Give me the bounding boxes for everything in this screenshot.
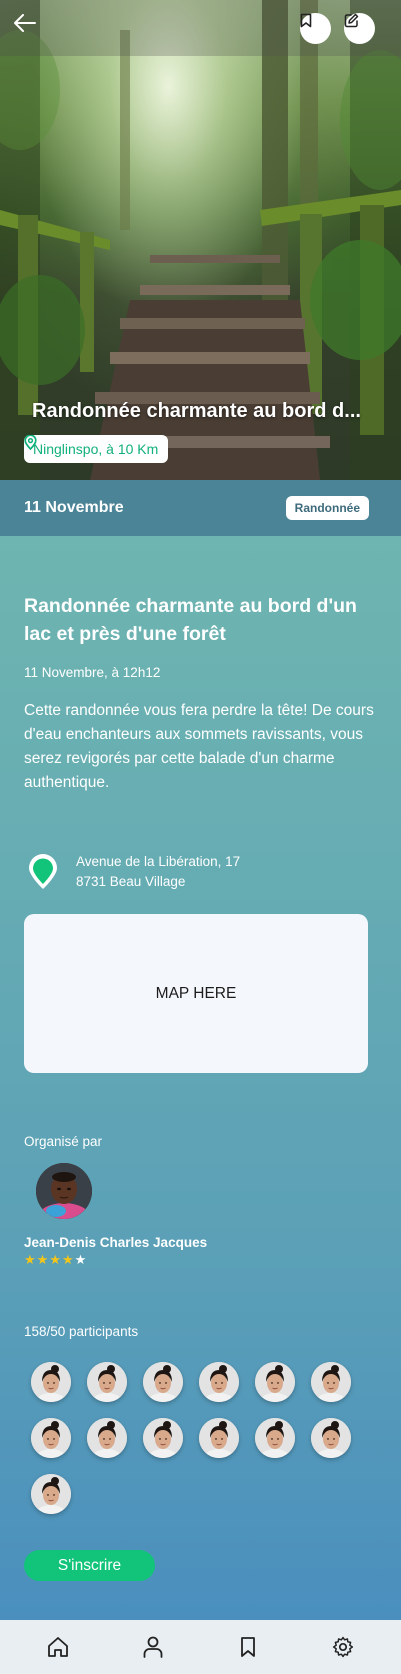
bottom-nav <box>0 1620 401 1674</box>
nav-bookmarks[interactable] <box>228 1627 268 1667</box>
back-button[interactable] <box>14 14 42 42</box>
star-icon: ★ <box>36 1252 50 1267</box>
participant-avatar[interactable] <box>87 1418 127 1458</box>
settings-icon <box>333 1636 354 1658</box>
nav-settings[interactable] <box>323 1627 363 1667</box>
participant-avatar[interactable] <box>31 1362 71 1402</box>
nav-home[interactable] <box>38 1627 78 1667</box>
participant-avatar[interactable] <box>31 1474 71 1514</box>
location-pin-icon <box>27 854 59 895</box>
participants-count: 158/50 participants <box>24 1324 139 1339</box>
participants-grid <box>31 1362 371 1514</box>
star-empty-icon: ★ <box>74 1252 88 1267</box>
location-chip[interactable]: Ninglinspo, à 10 Km <box>24 435 169 463</box>
signup-button[interactable]: S'inscrire <box>24 1550 155 1581</box>
organizer-rating: ★★★★★ <box>24 1252 87 1268</box>
event-details: 11 Novembre Randonnée Randonnée charmant… <box>0 480 401 1620</box>
arrow-left-icon <box>14 14 36 32</box>
user-icon <box>143 1636 163 1658</box>
event-date: 11 Novembre <box>24 499 124 516</box>
bookmark-icon <box>300 13 312 28</box>
event-title: Randonnée charmante au bord d'un lac et … <box>24 595 357 645</box>
star-icon: ★ <box>61 1252 75 1267</box>
participant-avatar[interactable] <box>31 1418 71 1458</box>
address: Avenue de la Libération, 17 8731 Beau Vi… <box>76 852 240 892</box>
organizer-label: Organisé par <box>24 1134 103 1149</box>
participant-avatar[interactable] <box>199 1418 239 1458</box>
participant-avatar[interactable] <box>87 1362 127 1402</box>
address-line1: Avenue de la Libération, 17 <box>76 854 241 869</box>
map-placeholder[interactable]: MAP HERE <box>24 914 368 1073</box>
map-pin-icon <box>24 435 37 450</box>
bookmark-button[interactable] <box>300 13 331 44</box>
star-icon: ★ <box>24 1252 37 1267</box>
category-badge: Randonnée <box>285 496 369 520</box>
participant-avatar[interactable] <box>199 1362 239 1402</box>
nav-profile[interactable] <box>133 1627 173 1667</box>
participant-avatar[interactable] <box>143 1418 183 1458</box>
organizer-avatar[interactable] <box>36 1163 92 1219</box>
participant-avatar[interactable] <box>143 1362 183 1402</box>
map-placeholder-label: MAP HERE <box>155 984 237 1002</box>
location-chip-label: Ninglinspo, à 10 Km <box>33 441 159 457</box>
participant-avatar[interactable] <box>255 1418 295 1458</box>
address-line2: 8731 Beau Village <box>76 874 186 889</box>
edit-button[interactable] <box>344 13 375 44</box>
hero-image: Randonnée charmante au bord d... Ninglin… <box>0 0 401 480</box>
star-icon: ★ <box>49 1252 62 1267</box>
event-description: Cette randonnée vous fera perdre la tête… <box>24 702 374 791</box>
hero-title: Randonnée charmante au bord d... <box>32 400 361 422</box>
participant-avatar[interactable] <box>255 1362 295 1402</box>
organizer-name: Jean-Denis Charles Jacques <box>24 1235 208 1250</box>
edit-icon <box>344 13 359 28</box>
bookmark-icon <box>241 1637 256 1657</box>
participant-avatar[interactable] <box>311 1362 351 1402</box>
date-bar: 11 Novembre Randonnée <box>0 480 401 536</box>
top-bar <box>0 0 401 56</box>
event-datetime: 11 Novembre, à 12h12 <box>24 665 161 680</box>
home-icon <box>47 1637 68 1657</box>
participant-avatar[interactable] <box>311 1418 351 1458</box>
